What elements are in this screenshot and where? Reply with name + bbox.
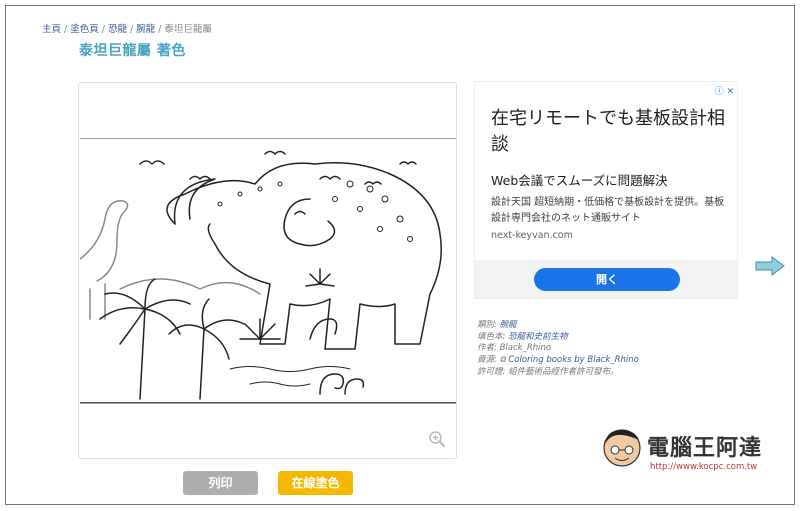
ad-cta-area: 開く (475, 260, 737, 298)
watermark-url: http://www.kocpc.com.tw (650, 462, 758, 472)
breadcrumb-home[interactable]: 主頁 (42, 24, 61, 35)
advertisement[interactable]: ⓘ ✕ 在宅リモートでも基板設計相談 Web会議でスムーズに問題解決 設計天国 … (474, 81, 738, 299)
license-value: 組件藝術品經作者許可發布。 (508, 366, 619, 377)
ad-choices-icon[interactable]: ⓘ ✕ (715, 84, 734, 97)
breadcrumb-coloring-pages[interactable]: 塗色頁 (70, 24, 99, 35)
image-metadata: 類別: 腕龍 填色本: 恐龍和史前生物 作者: Black_Rhino 資源: … (477, 320, 639, 379)
external-link-icon: ⧉ (499, 355, 506, 366)
breadcrumb-dinosaurs[interactable]: 恐龍 (108, 24, 127, 35)
book-label: 填色本: (477, 331, 506, 342)
source-label: 資源: (477, 355, 497, 366)
watermark: 電腦王阿達 http://www.kocpc.com.tw (600, 424, 790, 480)
ad-headline[interactable]: 在宅リモートでも基板設計相談 (491, 106, 726, 158)
next-arrow-icon[interactable] (755, 256, 785, 276)
source-link[interactable]: Coloring books by Black_Rhino (508, 355, 639, 365)
page-title: 泰坦巨龍屬 著色 (79, 43, 186, 59)
license-label: 許可證: (477, 366, 506, 377)
online-color-button[interactable]: 在線塗色 (278, 471, 353, 495)
book-link[interactable]: 恐龍和史前生物 (508, 332, 568, 342)
breadcrumb-current: 泰坦巨龍屬 (164, 24, 212, 35)
coloring-image-panel (78, 82, 457, 459)
coloring-image[interactable] (80, 138, 456, 404)
zoom-in-icon[interactable] (428, 430, 446, 448)
author-value: Black_Rhino (499, 343, 552, 354)
breadcrumb: 主頁 / 塗色頁 / 恐龍 / 腕龍 / 泰坦巨龍屬 (42, 24, 212, 35)
author-label: 作者: (477, 343, 497, 354)
breadcrumb-brachiosaurus[interactable]: 腕龍 (136, 24, 155, 35)
print-button[interactable]: 列印 (183, 471, 258, 495)
category-label: 類別: (477, 320, 497, 330)
watermark-text: 電腦王阿達 (647, 436, 763, 461)
category-link[interactable]: 腕龍 (500, 320, 517, 330)
ad-subheadline: Web会議でスムーズに問題解決 (491, 173, 668, 188)
mascot-logo (603, 429, 641, 467)
ad-url[interactable]: next-keyvan.com (491, 230, 573, 241)
ad-body: 設計天国 超短納期・低価格で基板設計を提供。基板設計専門会社のネット通販サイト (491, 197, 725, 224)
ad-open-button[interactable]: 開く (534, 268, 680, 291)
